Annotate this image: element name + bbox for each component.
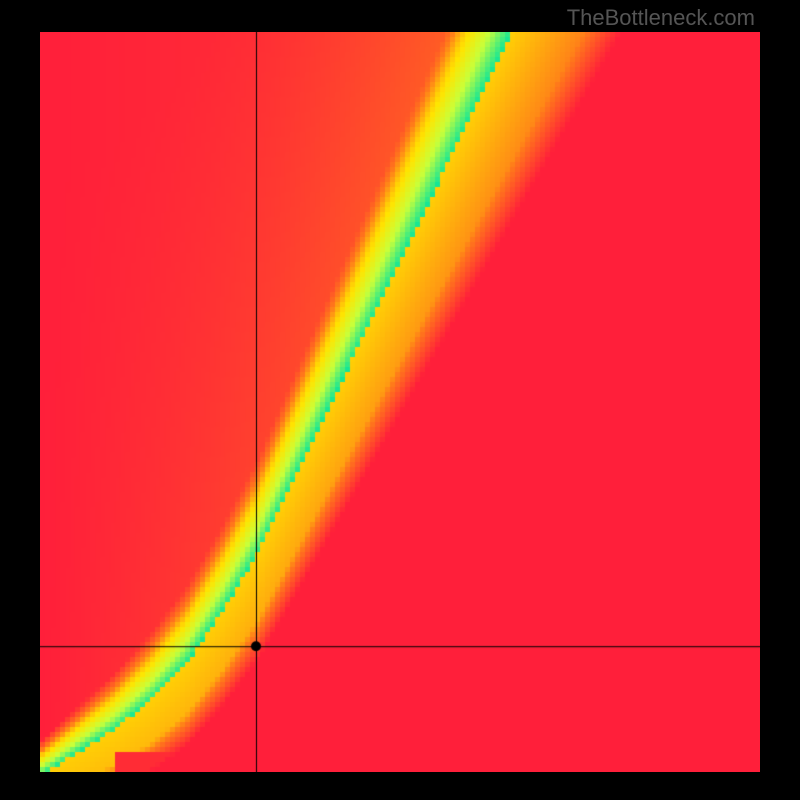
heatmap-plot — [40, 32, 760, 772]
chart-container: TheBottleneck.com — [0, 0, 800, 800]
heatmap-canvas — [40, 32, 760, 772]
watermark-text: TheBottleneck.com — [567, 5, 755, 31]
